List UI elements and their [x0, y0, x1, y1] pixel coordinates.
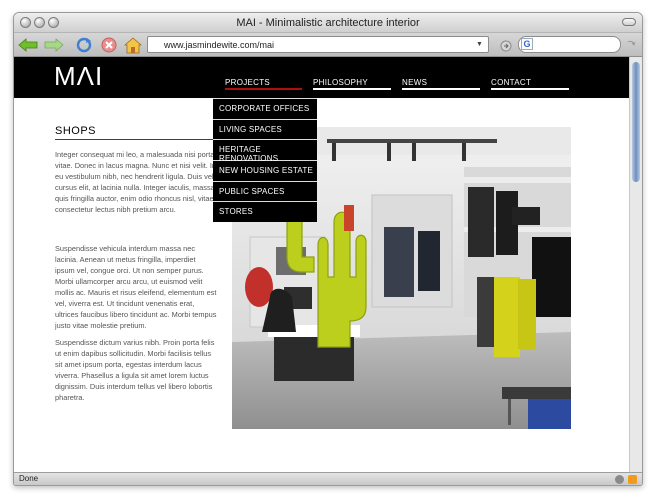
scrollbar-thumb[interactable] — [632, 62, 640, 182]
dropdown-item-stores[interactable]: STORES — [213, 201, 317, 222]
dropdown-item-heritage-renovations[interactable]: HERITAGE RENOVATIONS — [213, 139, 317, 163]
dropdown-item-living-spaces[interactable]: LIVING SPACES — [213, 118, 317, 140]
forward-arrow-icon[interactable] — [44, 35, 64, 55]
dropdown-item-public-spaces[interactable]: PUBLIC SPACES — [213, 180, 317, 202]
browser-toolbar: www.jasmindewite.com/mai ▼ G — [14, 33, 642, 57]
vertical-scrollbar[interactable] — [629, 57, 642, 474]
nav-projects[interactable]: PROJECTS — [225, 78, 270, 87]
projects-dropdown-menu: CORPORATE OFFICES LIVING SPACES HERITAGE… — [213, 98, 317, 223]
home-icon[interactable] — [123, 35, 143, 55]
security-info-icon[interactable] — [615, 475, 624, 484]
go-icon[interactable] — [496, 36, 516, 56]
title-divider — [55, 139, 233, 140]
body-paragraph: Suspendisse dictum varius nibh. Proin po… — [55, 338, 215, 402]
body-paragraph: Integer consequat mi leo, a malesuada ni… — [55, 150, 217, 214]
toolbar-end-icon — [621, 35, 641, 55]
site-header: MΛI PROJECTS PHILOSOPHY NEWS CONTACT — [14, 57, 631, 98]
window-title: MAI - Minimalistic architecture interior — [236, 17, 420, 29]
nav-contact[interactable]: CONTACT — [491, 78, 531, 87]
search-input[interactable] — [518, 36, 621, 53]
nav-philosophy-underline — [313, 88, 391, 90]
title-bar: MAI - Minimalistic architecture interior — [14, 13, 642, 33]
page-content: MΛI PROJECTS PHILOSOPHY NEWS CONTACT SHO… — [14, 57, 631, 474]
dropdown-item-corporate-offices[interactable]: CORPORATE OFFICES — [213, 98, 317, 119]
page-title: SHOPS — [55, 125, 97, 137]
browser-window: MAI - Minimalistic architecture interior… — [13, 12, 643, 486]
stop-icon[interactable] — [99, 35, 119, 55]
toolbar-toggle-button[interactable] — [622, 18, 636, 26]
nav-news[interactable]: NEWS — [402, 78, 427, 87]
address-bar[interactable]: www.jasmindewite.com/mai — [147, 36, 489, 53]
reload-icon[interactable] — [74, 35, 94, 55]
status-text: Done — [19, 474, 39, 483]
nav-projects-underline — [225, 88, 302, 90]
back-arrow-icon[interactable] — [18, 35, 38, 55]
address-dropdown-icon[interactable]: ▼ — [476, 41, 483, 48]
search-engine-icon[interactable]: G — [521, 38, 533, 50]
nav-philosophy[interactable]: PHILOSOPHY — [313, 78, 368, 87]
rss-feed-icon[interactable] — [628, 475, 637, 484]
body-paragraph: Suspendisse vehicula interdum massa nec … — [55, 244, 217, 330]
nav-contact-underline — [491, 88, 569, 90]
nav-news-underline — [402, 88, 480, 90]
status-bar: Done — [14, 472, 642, 485]
site-logo[interactable]: MΛI — [54, 61, 103, 92]
